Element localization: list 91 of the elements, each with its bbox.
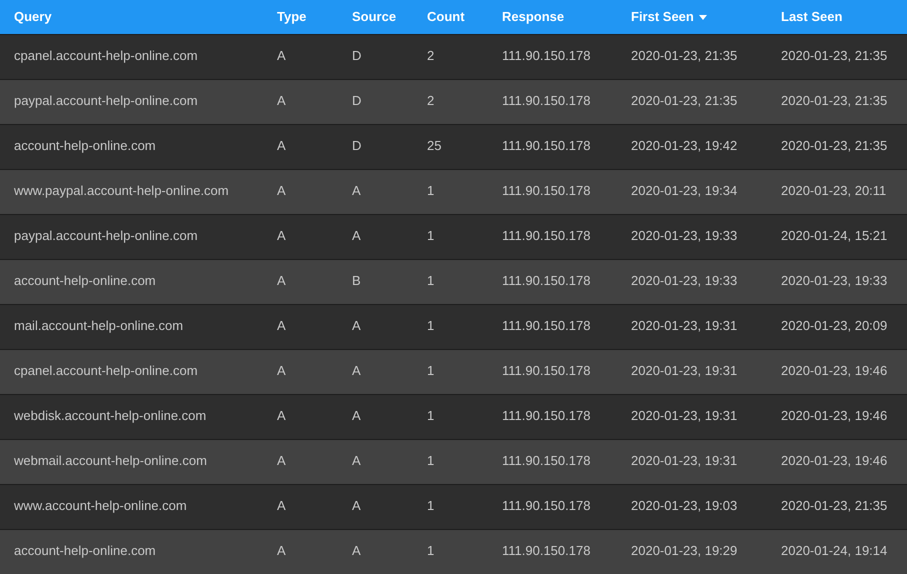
table-cell: 2020-01-23, 19:46 [781, 453, 888, 468]
table-cell: A [352, 543, 361, 558]
table-cell: A [352, 228, 361, 244]
table-cell: A [277, 48, 286, 64]
table-cell: 111.90.150.178 [502, 498, 590, 514]
table-cell: 2020-01-23, 19:34 [631, 183, 738, 198]
table-cell: 2020-01-24, 19:14 [781, 543, 888, 558]
table-cell: A [277, 138, 286, 154]
table-cell: 1 [427, 183, 434, 198]
table-cell: 2020-01-23, 19:42 [631, 138, 738, 154]
table-cell: 2020-01-23, 19:33 [631, 228, 738, 244]
table-cell: A [277, 93, 286, 108]
table-cell: 1 [427, 498, 434, 514]
table-cell: cpanel.account-help-online.com [14, 363, 198, 378]
table-cell: A [277, 543, 286, 558]
table-cell: 2020-01-23, 19:31 [631, 453, 738, 468]
table-cell: 111.90.150.178 [502, 363, 590, 378]
table-cell: 111.90.150.178 [502, 273, 590, 288]
table-cell: 2020-01-23, 19:03 [631, 498, 738, 514]
table-cell: 1 [427, 363, 434, 378]
table-cell: www.account-help-online.com [14, 498, 187, 514]
column-header[interactable]: First Seen [631, 7, 694, 27]
table-cell: D [352, 138, 362, 154]
table-cell: mail.account-help-online.com [14, 318, 184, 334]
table-cell: 2020-01-23, 21:35 [631, 48, 738, 64]
table-cell: 2020-01-23, 21:35 [631, 93, 738, 108]
column-header[interactable]: Response [502, 7, 564, 27]
column-header[interactable]: Source [352, 7, 396, 27]
table-cell: 1 [427, 408, 434, 424]
table-cell: 1 [427, 543, 434, 558]
column-header[interactable]: Last Seen [781, 7, 842, 27]
table-cell: webdisk.account-help-online.com [14, 408, 206, 424]
table-cell: 2020-01-23, 19:46 [781, 408, 888, 424]
table-cell: 111.90.150.178 [502, 318, 590, 334]
table-cell: 2020-01-23, 21:35 [781, 138, 888, 154]
table-cell: account-help-online.com [14, 273, 156, 288]
table-cell: 111.90.150.178 [502, 93, 590, 108]
table-cell: 2020-01-23, 19:29 [631, 543, 738, 558]
table-cell: 1 [427, 273, 434, 288]
table-cell: 111.90.150.178 [502, 453, 590, 468]
table-cell: D [352, 93, 362, 108]
table-cell: 111.90.150.178 [502, 183, 590, 198]
table-cell: 2020-01-23, 19:46 [781, 363, 888, 378]
table-cell: D [352, 48, 362, 64]
table-cell: 2020-01-23, 20:09 [781, 318, 888, 334]
table-cell: A [277, 408, 286, 424]
table-cell: A [352, 363, 361, 378]
table-cell: A [352, 183, 361, 198]
table-cell: 1 [427, 453, 434, 468]
table-cell: A [352, 498, 361, 514]
table-cell: A [277, 318, 286, 334]
table-cell: A [352, 408, 361, 424]
table-cell: A [352, 318, 361, 334]
column-header[interactable]: Count [427, 7, 465, 27]
table-cell: 111.90.150.178 [502, 228, 590, 244]
table-cell: 2020-01-24, 15:21 [781, 228, 888, 244]
table-cell: A [277, 228, 286, 244]
table-cell: A [352, 453, 361, 468]
table-cell: A [277, 498, 286, 514]
table-cell: 2 [427, 48, 434, 64]
table-cell: paypal.account-help-online.com [14, 228, 198, 244]
table-cell: 25 [427, 138, 442, 154]
table-cell: 2020-01-23, 19:31 [631, 363, 738, 378]
column-header[interactable]: Query [14, 7, 52, 27]
table-cell: 2020-01-23, 19:31 [631, 408, 738, 424]
table-cell: A [277, 453, 286, 468]
table-cell: 2020-01-23, 20:11 [781, 183, 886, 198]
table-cell: paypal.account-help-online.com [14, 93, 198, 108]
table-cell: 2020-01-23, 19:31 [631, 318, 738, 334]
column-header[interactable]: Type [277, 7, 306, 27]
table-cell: 111.90.150.178 [502, 138, 590, 154]
table-cell: A [277, 363, 286, 378]
table-cell: 2020-01-23, 21:35 [781, 48, 888, 64]
table-cell: account-help-online.com [14, 138, 156, 154]
table-cell: www.paypal.account-help-online.com [14, 183, 229, 198]
table-cell: 2020-01-23, 19:33 [781, 273, 888, 288]
table-cell: B [352, 273, 361, 288]
table-cell: 2020-01-23, 19:33 [631, 273, 738, 288]
table-cell: A [277, 273, 286, 288]
table-cell: 1 [427, 318, 434, 334]
table-cell: 111.90.150.178 [502, 543, 590, 558]
table-cell: 2 [427, 93, 434, 108]
table-cell: 111.90.150.178 [502, 48, 590, 64]
table-cell: cpanel.account-help-online.com [14, 48, 198, 64]
table-cell: 2020-01-23, 21:35 [781, 93, 888, 108]
table-cell: A [277, 183, 286, 198]
table-cell: account-help-online.com [14, 543, 156, 558]
table-cell: 111.90.150.178 [502, 408, 590, 424]
table-cell: webmail.account-help-online.com [14, 453, 207, 468]
table-cell: 1 [427, 228, 434, 244]
table-cell: 2020-01-23, 21:35 [781, 498, 888, 514]
